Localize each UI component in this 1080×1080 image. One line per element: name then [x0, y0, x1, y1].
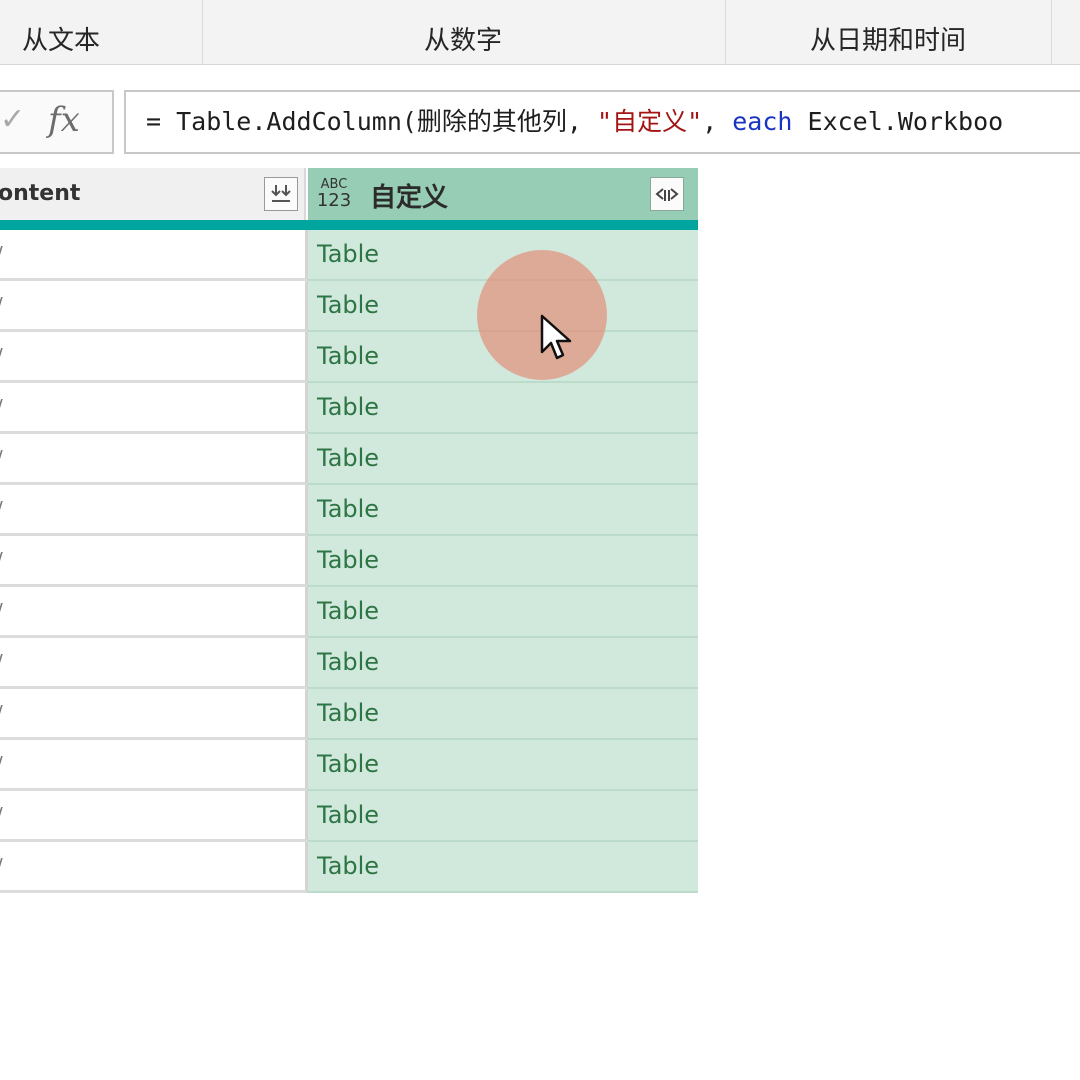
column-header-label: 自定义: [370, 183, 449, 213]
table-row: / Table: [0, 842, 698, 893]
cell-value: Table: [317, 699, 380, 727]
content-cell[interactable]: /: [0, 230, 308, 281]
fx-icon[interactable]: fx: [48, 100, 80, 140]
cell-value: Table: [317, 750, 380, 778]
custom-cell[interactable]: Table: [308, 791, 698, 842]
commit-check-icon[interactable]: ✓: [0, 102, 25, 137]
formula-input[interactable]: = Table.AddColumn(删除的其他列, "自定义", each Ex…: [124, 90, 1080, 154]
cell-tick: /: [0, 497, 3, 521]
cell-tick: /: [0, 446, 3, 470]
cell-tick: /: [0, 548, 3, 572]
table-row: / Table: [0, 638, 698, 689]
formula-keyword: each: [732, 107, 793, 136]
ribbon: 从文本 从数字 从日期和时间: [0, 0, 1080, 65]
content-cell[interactable]: /: [0, 740, 308, 791]
mouse-cursor-icon: [540, 314, 572, 360]
cell-tick: /: [0, 650, 3, 674]
custom-cell[interactable]: Table: [308, 383, 698, 434]
cell-tick: /: [0, 599, 3, 623]
cell-value: Table: [317, 852, 380, 880]
header-row: ontent ABC 123 自定义: [0, 168, 698, 220]
cell-tick: /: [0, 293, 3, 317]
custom-cell[interactable]: Table: [308, 689, 698, 740]
cell-tick: /: [0, 242, 3, 266]
cell-value: Table: [317, 240, 380, 268]
content-cell[interactable]: /: [0, 587, 308, 638]
cell-value: Table: [317, 444, 380, 472]
fx-box: ✓ fx: [0, 90, 114, 154]
formula-separator: ,: [702, 107, 733, 136]
custom-cell[interactable]: Table: [308, 740, 698, 791]
column-quality-bar: [0, 220, 698, 230]
formula-prefix: = Table.AddColumn(删除的其他列,: [146, 107, 598, 136]
formula-suffix: Excel.Workboo: [792, 107, 1004, 136]
ribbon-group-from-number[interactable]: 从数字: [202, 0, 724, 64]
cell-tick: /: [0, 803, 3, 827]
ribbon-group-label: 从数字: [423, 25, 502, 56]
cell-tick: /: [0, 344, 3, 368]
ribbon-group-from-text[interactable]: 从文本: [0, 0, 122, 64]
table-row: / Table: [0, 791, 698, 842]
cell-value: Table: [317, 393, 380, 421]
table-row: / Table: [0, 536, 698, 587]
content-cell[interactable]: /: [0, 842, 308, 893]
table-row: / Table: [0, 485, 698, 536]
formula-bar: ✓ fx = Table.AddColumn(删除的其他列, "自定义", ea…: [0, 88, 1080, 160]
ribbon-group-label: 从日期和时间: [809, 25, 966, 56]
cell-value: Table: [317, 648, 380, 676]
content-cell[interactable]: /: [0, 281, 308, 332]
cell-tick: /: [0, 752, 3, 776]
custom-cell[interactable]: Table: [308, 587, 698, 638]
ribbon-group-from-datetime[interactable]: 从日期和时间: [725, 0, 1051, 64]
cell-value: Table: [317, 546, 380, 574]
custom-cell[interactable]: Table: [308, 485, 698, 536]
content-cell[interactable]: /: [0, 791, 308, 842]
custom-cell[interactable]: Table: [308, 842, 698, 893]
table-row: / Table: [0, 587, 698, 638]
custom-cell[interactable]: Table: [308, 536, 698, 587]
custom-cell[interactable]: Table: [308, 638, 698, 689]
content-cell[interactable]: /: [0, 689, 308, 740]
content-cell[interactable]: /: [0, 434, 308, 485]
cell-tick: /: [0, 395, 3, 419]
cell-tick: /: [0, 854, 3, 878]
content-cell[interactable]: /: [0, 485, 308, 536]
content-cell[interactable]: /: [0, 638, 308, 689]
type-any-icon[interactable]: ABC 123: [316, 178, 352, 210]
column-header-content[interactable]: ontent: [0, 168, 306, 220]
content-cell[interactable]: /: [0, 332, 308, 383]
content-cell[interactable]: /: [0, 383, 308, 434]
cell-tick: /: [0, 701, 3, 725]
table-row: / Table: [0, 689, 698, 740]
cell-value: Table: [317, 342, 380, 370]
cell-value: Table: [317, 801, 380, 829]
expand-columns-icon[interactable]: [650, 177, 684, 211]
custom-cell[interactable]: Table: [308, 434, 698, 485]
cell-value: Table: [317, 495, 380, 523]
formula-string: "自定义": [597, 107, 703, 136]
expand-down-icon[interactable]: [264, 177, 298, 211]
ribbon-group-label: 从文本: [21, 25, 100, 56]
cell-value: Table: [317, 597, 380, 625]
table-row: / Table: [0, 383, 698, 434]
cell-value: Table: [317, 291, 380, 319]
column-header-label: ontent: [0, 181, 81, 206]
table-row: / Table: [0, 230, 698, 281]
table-row: / Table: [0, 740, 698, 791]
ribbon-divider: [1051, 0, 1052, 64]
type-icon-bottom: 123: [316, 190, 352, 211]
table-row: / Table: [0, 434, 698, 485]
column-header-custom[interactable]: ABC 123 自定义: [308, 168, 698, 220]
content-cell[interactable]: /: [0, 536, 308, 587]
